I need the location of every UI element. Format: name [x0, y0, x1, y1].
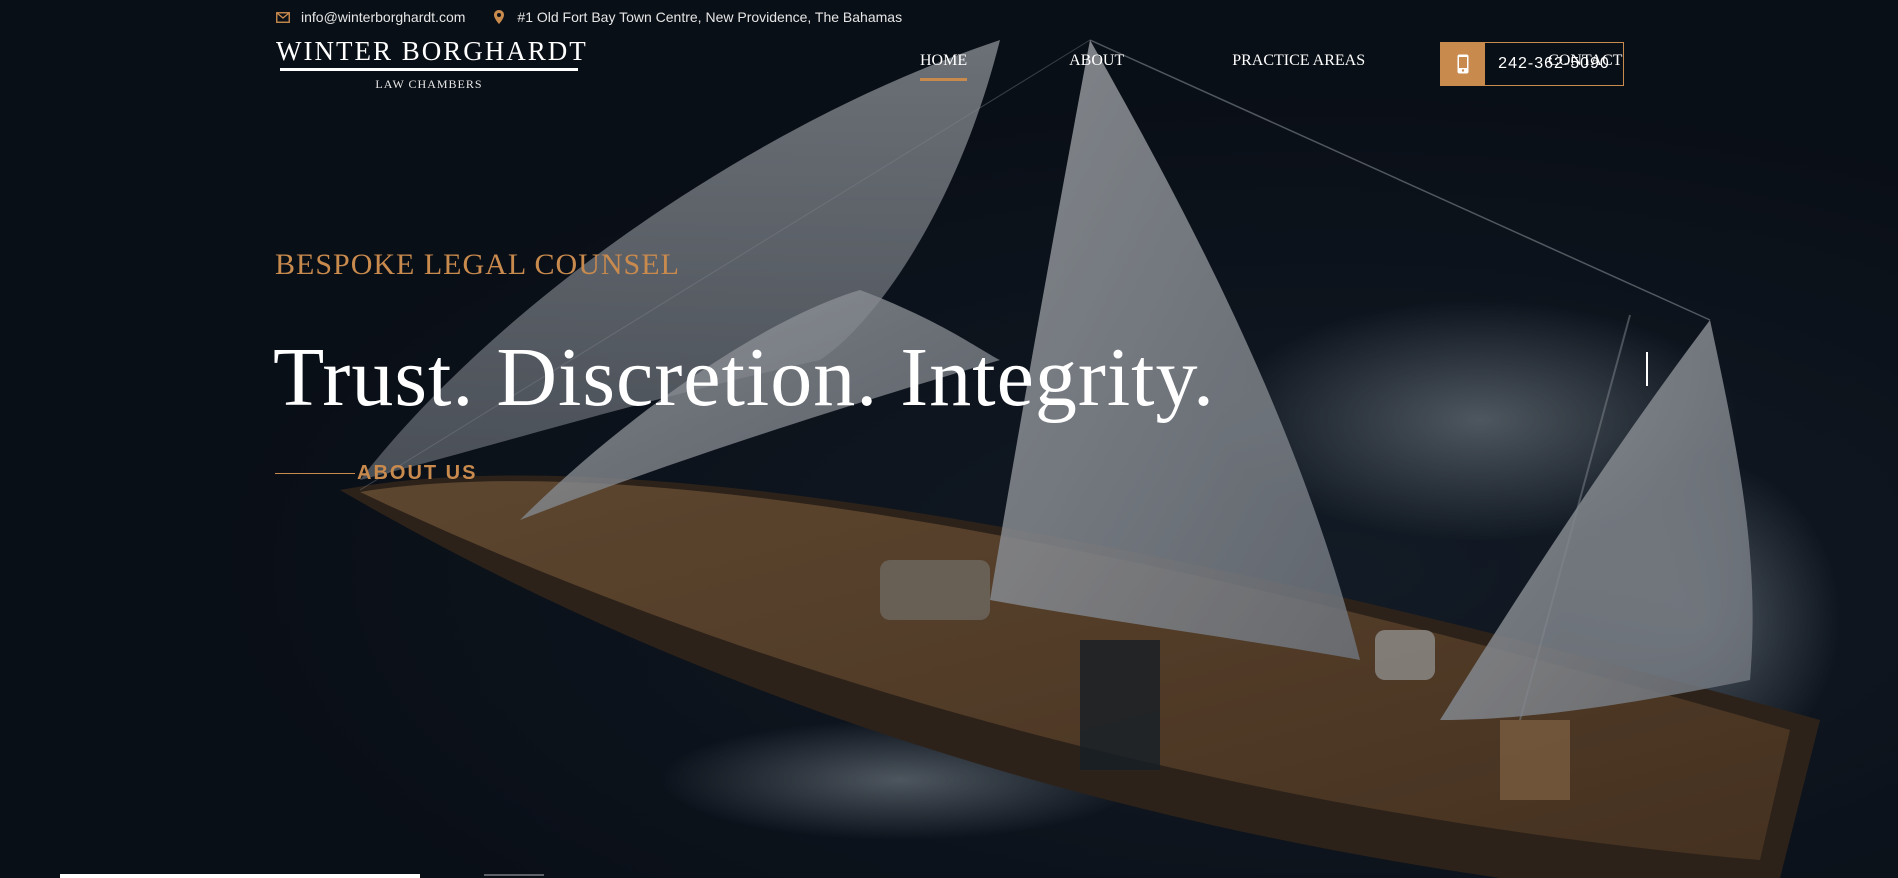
top-contact-bar: info@winterborghardt.com #1 Old Fort Bay… — [275, 6, 902, 28]
text-cursor — [1646, 352, 1648, 386]
hero-eyebrow: BESPOKE LEGAL COUNSEL — [275, 248, 680, 281]
mobile-phone-icon — [1441, 43, 1485, 85]
hero-headline: Trust. Discretion. Integrity. — [273, 331, 1216, 424]
mail-icon — [275, 10, 291, 24]
hero-section: info@winterborghardt.com #1 Old Fort Bay… — [0, 0, 1898, 878]
logo-name: WINTER BORGHARDT — [276, 36, 586, 66]
about-us-link[interactable]: ABOUT US — [275, 462, 477, 485]
about-us-label[interactable]: ABOUT US — [357, 462, 477, 485]
topbar-address-text: #1 Old Fort Bay Town Centre, New Provide… — [517, 9, 903, 25]
logo-rule — [280, 68, 578, 71]
dark-overlay — [0, 0, 1898, 878]
about-us-line — [275, 473, 355, 474]
slider-track[interactable] — [484, 874, 544, 876]
topbar-address: #1 Old Fort Bay Town Centre, New Provide… — [491, 9, 902, 25]
map-pin-icon — [491, 10, 507, 24]
phone-button[interactable]: 242-362-5090 — [1440, 42, 1624, 86]
topbar-email[interactable]: info@winterborghardt.com — [275, 9, 465, 25]
phone-number: 242-362-5090 — [1498, 55, 1610, 72]
nav-item-about[interactable]: ABOUT — [1069, 52, 1124, 80]
nav-item-practice-areas[interactable]: PRACTICE AREAS — [1232, 52, 1365, 80]
site-logo[interactable]: WINTER BORGHARDT LAW CHAMBERS — [276, 36, 586, 92]
main-nav: HOME ABOUT PRACTICE AREAS CONTACT — [920, 52, 1622, 81]
logo-subtitle: LAW CHAMBERS — [375, 77, 483, 91]
topbar-email-text[interactable]: info@winterborghardt.com — [301, 9, 465, 25]
slider-progress-bar[interactable] — [60, 874, 420, 878]
logo-name-first: WINTER — [276, 36, 393, 66]
logo-name-second: BORGHARDT — [401, 36, 588, 66]
nav-item-home[interactable]: HOME — [920, 52, 968, 81]
